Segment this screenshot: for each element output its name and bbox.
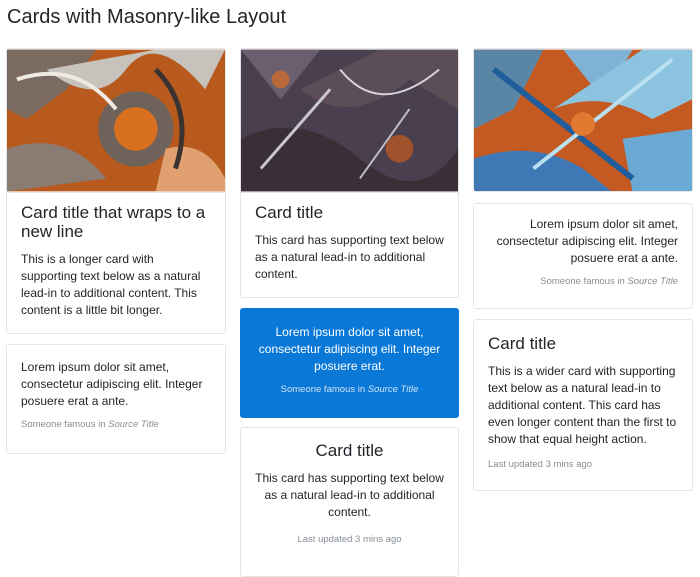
last-updated-text: Last updated 3 mins ago	[488, 459, 593, 470]
quote-source: Source Title	[367, 384, 419, 395]
card-title: Card title	[488, 334, 557, 353]
quote-footer-prefix: Someone famous in	[540, 276, 628, 287]
image-card	[473, 48, 693, 192]
quote-footer: Someone famous in Source Title	[488, 276, 678, 287]
page-title: Cards with Masonry-like Layout	[7, 6, 286, 28]
quote-text: Lorem ipsum dolor sit amet, consectetur …	[258, 325, 441, 373]
quote-footer: Someone famous in Source Title	[255, 384, 444, 395]
quote-text: Lorem ipsum dolor sit amet, consectetur …	[496, 217, 678, 265]
card-title: Card title	[315, 441, 384, 460]
card-text: This card has supporting text below as a…	[255, 471, 444, 519]
card-text: This card has supporting text below as a…	[255, 233, 444, 281]
quote-card: Lorem ipsum dolor sit amet, consectetur …	[6, 344, 226, 454]
card-text: This is a longer card with supporting te…	[21, 252, 201, 317]
card-centered: Card title This card has supporting text…	[240, 427, 459, 577]
card-image-blue-abstract	[474, 49, 692, 191]
quote-card-primary: Lorem ipsum dolor sit amet, consectetur …	[240, 308, 459, 418]
quote-footer-prefix: Someone famous in	[280, 384, 368, 395]
quote-source: Source Title	[108, 419, 159, 430]
quote-footer-prefix: Someone famous in	[21, 419, 109, 430]
card-wide: Card title This is a wider card with sup…	[473, 319, 693, 491]
quote-card-right: Lorem ipsum dolor sit amet, consectetur …	[473, 203, 693, 309]
quote-source: Source Title	[627, 276, 678, 287]
card-basic: Card title This card has supporting text…	[240, 48, 459, 298]
quote-footer: Someone famous in Source Title	[21, 419, 211, 430]
card-text: This is a wider card with supporting tex…	[488, 364, 677, 446]
card-image-purple-abstract	[241, 49, 458, 193]
quote-text: Lorem ipsum dolor sit amet, consectetur …	[21, 360, 203, 408]
card-title: Card title	[255, 203, 324, 222]
last-updated-text: Last updated 3 mins ago	[297, 534, 402, 545]
card-image-orange-abstract	[7, 49, 225, 193]
card-title: Card title that wraps to a new line	[21, 203, 206, 241]
card-wrapping-title: Card title that wraps to a new line This…	[6, 48, 226, 334]
